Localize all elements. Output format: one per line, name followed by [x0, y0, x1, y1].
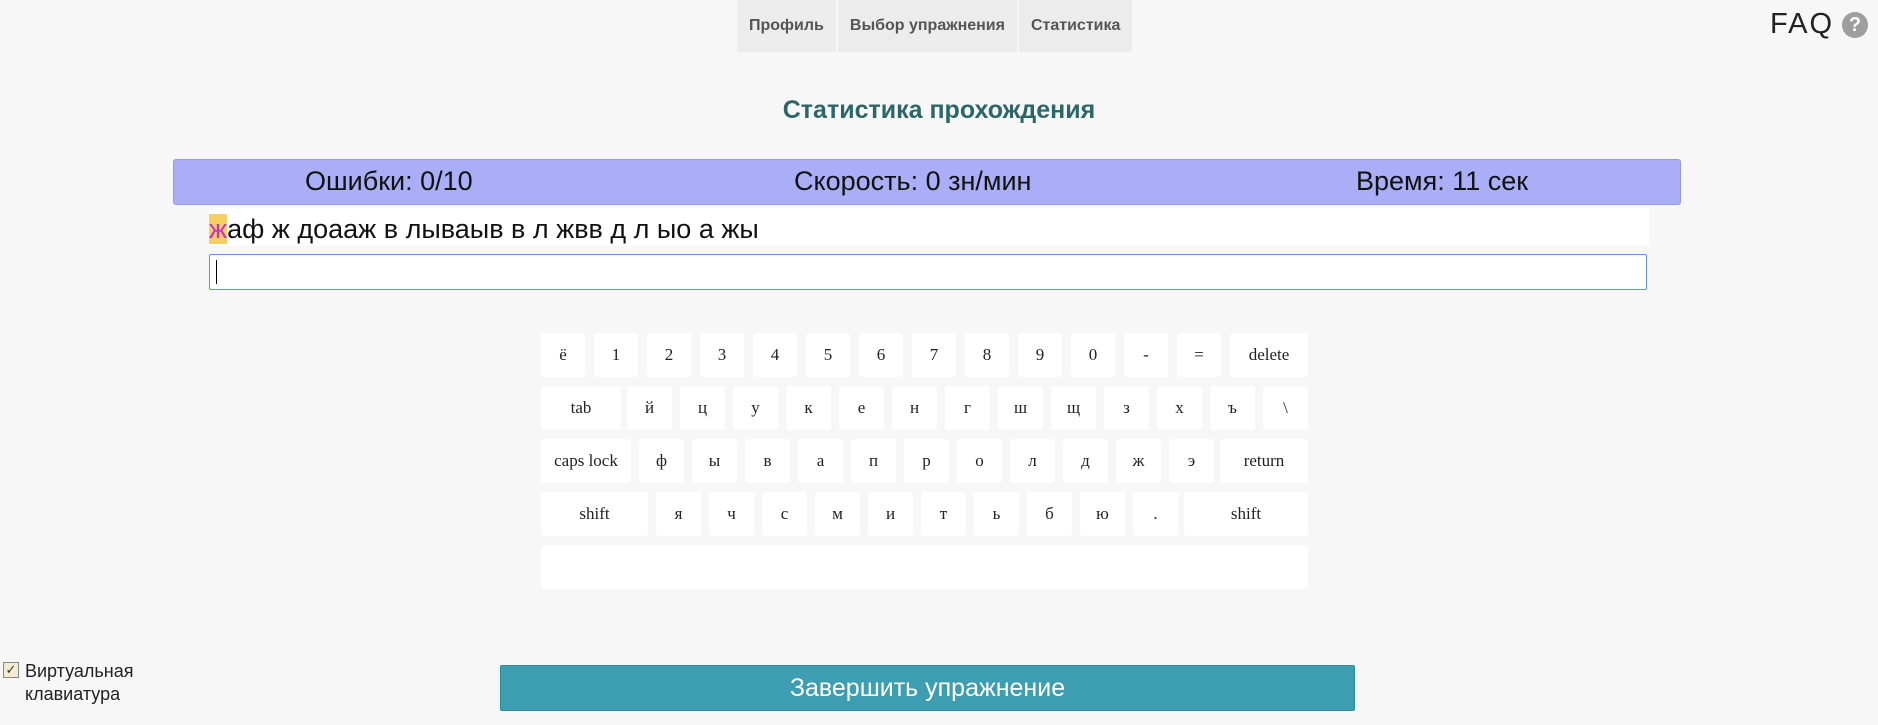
- virtual-keyboard-label: Виртуальная клавиатура: [25, 661, 134, 704]
- key-ы[interactable]: ы: [692, 439, 737, 483]
- key-в[interactable]: в: [745, 439, 790, 483]
- key-и[interactable]: и: [868, 492, 913, 536]
- key-3[interactable]: 3: [700, 333, 744, 377]
- key-tab[interactable]: tab: [541, 386, 621, 430]
- key-5[interactable]: 5: [806, 333, 850, 377]
- key-г[interactable]: г: [945, 386, 990, 430]
- key-х[interactable]: х: [1157, 386, 1202, 430]
- key-6[interactable]: 6: [859, 333, 903, 377]
- time-stat: Время: 11 сек: [1356, 166, 1529, 196]
- faq-label: FAQ: [1770, 8, 1835, 40]
- key-equals[interactable]: =: [1177, 333, 1221, 377]
- key-й[interactable]: й: [627, 386, 672, 430]
- key-ю[interactable]: ю: [1080, 492, 1125, 536]
- key-shift-left[interactable]: shift: [541, 492, 648, 536]
- key-б[interactable]: б: [1027, 492, 1072, 536]
- key-н[interactable]: н: [892, 386, 937, 430]
- key-backslash[interactable]: \: [1263, 386, 1308, 430]
- key-э[interactable]: э: [1169, 439, 1214, 483]
- text-caret: [216, 260, 217, 284]
- finish-exercise-button[interactable]: Завершить упражнение: [500, 665, 1355, 711]
- key-ж[interactable]: ж: [1116, 439, 1161, 483]
- exercise-text: жаф ж доааж в лываыв в л жвв д л ыо а жы: [209, 208, 1649, 246]
- key-о[interactable]: о: [957, 439, 1002, 483]
- key-shift-right[interactable]: shift: [1184, 492, 1308, 536]
- virtual-keyboard-checkbox[interactable]: ✓: [3, 662, 19, 678]
- key-щ[interactable]: щ: [1051, 386, 1096, 430]
- key-period[interactable]: .: [1133, 492, 1178, 536]
- key-9[interactable]: 9: [1018, 333, 1062, 377]
- key-у[interactable]: у: [733, 386, 778, 430]
- key-ш[interactable]: ш: [998, 386, 1043, 430]
- key-ф[interactable]: ф: [639, 439, 684, 483]
- key-р[interactable]: р: [904, 439, 949, 483]
- stats-bar: Ошибки: 0/10 Скорость: 0 зн/мин Время: 1…: [173, 159, 1681, 205]
- key-return[interactable]: return: [1220, 439, 1308, 483]
- key-п[interactable]: п: [851, 439, 896, 483]
- key-к[interactable]: к: [786, 386, 831, 430]
- key-д[interactable]: д: [1063, 439, 1108, 483]
- tab-statistics[interactable]: Статистика: [1018, 0, 1133, 52]
- key-delete[interactable]: delete: [1230, 333, 1308, 377]
- key-1[interactable]: 1: [594, 333, 638, 377]
- key-я[interactable]: я: [656, 492, 701, 536]
- key-а[interactable]: а: [798, 439, 843, 483]
- key-2[interactable]: 2: [647, 333, 691, 377]
- key-ь[interactable]: ь: [974, 492, 1019, 536]
- key-4[interactable]: 4: [753, 333, 797, 377]
- remaining-text: аф ж доааж в лываыв в л жвв д л ыо а жы: [227, 214, 759, 244]
- key-с[interactable]: с: [762, 492, 807, 536]
- key-7[interactable]: 7: [912, 333, 956, 377]
- key-л[interactable]: л: [1010, 439, 1055, 483]
- key-м[interactable]: м: [815, 492, 860, 536]
- key-yo[interactable]: ё: [541, 333, 585, 377]
- tab-exercise-select[interactable]: Выбор упражнения: [837, 0, 1017, 52]
- faq-link[interactable]: FAQ ?: [1770, 8, 1869, 41]
- key-8[interactable]: 8: [965, 333, 1009, 377]
- current-char: ж: [209, 214, 228, 244]
- virtual-keyboard-toggle[interactable]: ✓ Виртуальная клавиатура: [3, 660, 165, 706]
- key-0[interactable]: 0: [1071, 333, 1115, 377]
- tab-profile[interactable]: Профиль: [737, 0, 836, 52]
- typing-input[interactable]: [209, 254, 1647, 290]
- key-е[interactable]: е: [839, 386, 884, 430]
- page-title: Статистика прохождения: [782, 96, 1096, 124]
- top-nav: Профиль Выбор упражнения Статистика: [737, 0, 1133, 52]
- key-ъ[interactable]: ъ: [1210, 386, 1255, 430]
- key-т[interactable]: т: [921, 492, 966, 536]
- key-з[interactable]: з: [1104, 386, 1149, 430]
- help-icon[interactable]: ?: [1842, 11, 1869, 38]
- key-ц[interactable]: ц: [680, 386, 725, 430]
- key-space[interactable]: [541, 545, 1308, 589]
- errors-stat: Ошибки: 0/10: [305, 166, 473, 196]
- key-caps-lock[interactable]: caps lock: [541, 439, 631, 483]
- key-minus[interactable]: -: [1124, 333, 1168, 377]
- speed-stat: Скорость: 0 зн/мин: [794, 166, 1032, 196]
- key-ч[interactable]: ч: [709, 492, 754, 536]
